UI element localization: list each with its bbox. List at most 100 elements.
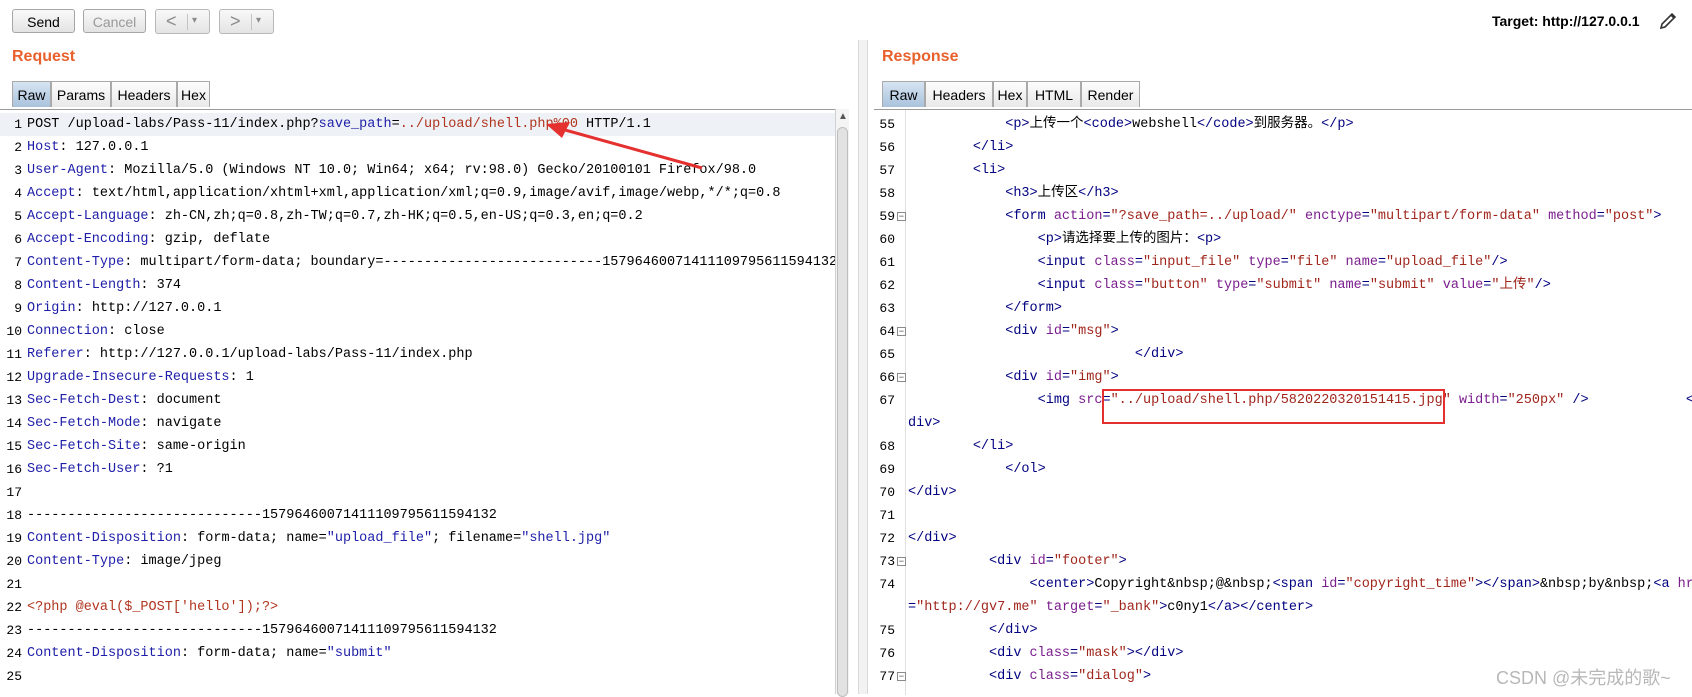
token-tag: </h3> (1078, 186, 1119, 201)
token-tag: = (1134, 255, 1143, 270)
request-tab-raw[interactable]: Raw (12, 81, 51, 107)
request-tab-headers[interactable]: Headers (111, 81, 177, 107)
response-line: 58 <h3>上传区</h3> (874, 182, 1692, 205)
request-line: 9 Origin: http://127.0.0.1 (0, 297, 835, 320)
request-editor[interactable]: 1 POST /upload-labs/Pass-11/index.php?sav… (0, 109, 835, 695)
response-line: 61 <input class="input_file" type="file"… (874, 251, 1692, 274)
header-value: http://127.0.0.1 (91, 301, 222, 316)
token-tag: /> (1534, 278, 1551, 293)
token-val: "submit" (1256, 278, 1322, 293)
line-number: 21 (6, 577, 22, 592)
line-content: Sec-Fetch-User: ?1 (27, 458, 173, 481)
token-tag: /> (1564, 393, 1589, 408)
quoted-value: "upload_file" (326, 531, 433, 546)
header-name: Accept (27, 186, 76, 201)
cancel-button[interactable]: Cancel (83, 9, 146, 33)
header-name: Connection (27, 324, 109, 339)
back-button[interactable]: < ▾ (155, 9, 210, 34)
token-tag: <p> (1037, 232, 1062, 247)
token-val: "msg" (1070, 324, 1111, 339)
token-attr: action (1053, 209, 1103, 224)
line-content: </div> (908, 481, 957, 504)
line-number: 69 (879, 462, 895, 477)
request-line: 19 Content-Disposition: form-data; name="… (0, 527, 835, 550)
request-tab-hex[interactable]: Hex (177, 81, 210, 107)
token-tag: = (1280, 255, 1289, 270)
line-content: </ol> (908, 458, 1046, 481)
token-tag: </ (1686, 393, 1692, 408)
token-attr: target (1045, 600, 1095, 615)
response-tab-render[interactable]: Render (1081, 81, 1140, 107)
response-tab-raw[interactable]: Raw (882, 81, 925, 107)
token-attr: name (1345, 255, 1378, 270)
token-val: "http://gv7.me" (916, 600, 1038, 615)
token-tag: = (1045, 554, 1054, 569)
token-attr: src (1078, 393, 1103, 408)
line-number: 59 (879, 209, 895, 224)
line-number: 5 (14, 209, 22, 224)
line-content: </li> (908, 435, 1014, 458)
panel-splitter[interactable] (858, 40, 868, 694)
forward-button[interactable]: > ▾ (219, 9, 274, 34)
token-tag: > (1653, 209, 1662, 224)
token-val: "multipart/form-data" (1369, 209, 1540, 224)
fold-toggle-icon[interactable]: − (897, 327, 906, 337)
token-attr: name (1329, 278, 1362, 293)
token-tag: /> (1491, 255, 1508, 270)
token-tag: </div> (908, 531, 957, 546)
quoted-value: "shell.jpg" (521, 531, 611, 546)
header-name: Sec-Fetch-Site (27, 439, 141, 454)
line-number: 2 (14, 140, 22, 155)
request-line: 13 Sec-Fetch-Dest: document (0, 389, 835, 412)
request-tab-params[interactable]: Params (51, 81, 111, 107)
pencil-icon[interactable] (1657, 10, 1679, 38)
fold-toggle-icon[interactable]: − (897, 373, 906, 383)
button-separator (251, 14, 252, 30)
response-line: 69 </ol> (874, 458, 1692, 481)
token-tag: <div (989, 669, 1030, 684)
request-line: 25 (0, 665, 835, 688)
header-name: Accept-Language (27, 209, 149, 224)
response-title: Response (882, 48, 959, 65)
fold-toggle-icon[interactable]: − (897, 557, 906, 567)
request-scrollbar[interactable]: ▲ (835, 109, 849, 697)
line-content: -----------------------------15796460071… (27, 619, 497, 642)
token-val: "input_file" (1142, 255, 1241, 270)
response-tab-html[interactable]: HTML (1027, 81, 1081, 107)
send-button[interactable]: Send (12, 9, 75, 33)
target-label: Target: http://127.0.0.1 (1492, 13, 1640, 29)
response-line: 63 </form> (874, 297, 1692, 320)
header-name: Origin (27, 301, 76, 316)
request-line: 24 Content-Disposition: form-data; name="… (0, 642, 835, 665)
watermark: CSDN @未完成的歌~ (1496, 668, 1671, 688)
scroll-up-icon[interactable]: ▲ (838, 111, 848, 122)
response-tab-headers[interactable]: Headers (925, 81, 993, 107)
line-content: Origin: http://127.0.0.1 (27, 297, 221, 320)
line-content: Content-Disposition: form-data; name="su… (27, 642, 392, 665)
line-content: Content-Disposition: form-data; name="up… (27, 527, 610, 550)
fold-toggle-icon[interactable]: − (897, 672, 906, 682)
line-number: 14 (6, 416, 22, 431)
token-tag: = (1070, 669, 1079, 684)
response-line: 74 <center>Copyright&nbsp;@&nbsp;<span i… (874, 573, 1692, 596)
header-value: 1 (245, 370, 254, 385)
line-content: ="http://gv7.me" target="_bank">c0ny1</a… (908, 596, 1313, 619)
token-tag: = (1377, 255, 1387, 270)
token-val: "button" (1142, 278, 1208, 293)
token-tag (1038, 600, 1046, 615)
token-tag: </li> (972, 140, 1014, 155)
line-content: Host: 127.0.0.1 (27, 136, 149, 159)
token-val: "mask" (1078, 646, 1127, 661)
separator: : (140, 462, 157, 477)
line-number: 61 (879, 255, 895, 270)
fold-toggle-icon[interactable]: − (897, 212, 906, 222)
line-content: <div id="img"> (908, 366, 1118, 389)
scrollbar-thumb[interactable] (837, 127, 848, 697)
request-line: 11 Referer: http://127.0.0.1/upload-labs/… (0, 343, 835, 366)
request-line: 15 Sec-Fetch-Site: same-origin (0, 435, 835, 458)
response-tab-hex[interactable]: Hex (993, 81, 1027, 107)
